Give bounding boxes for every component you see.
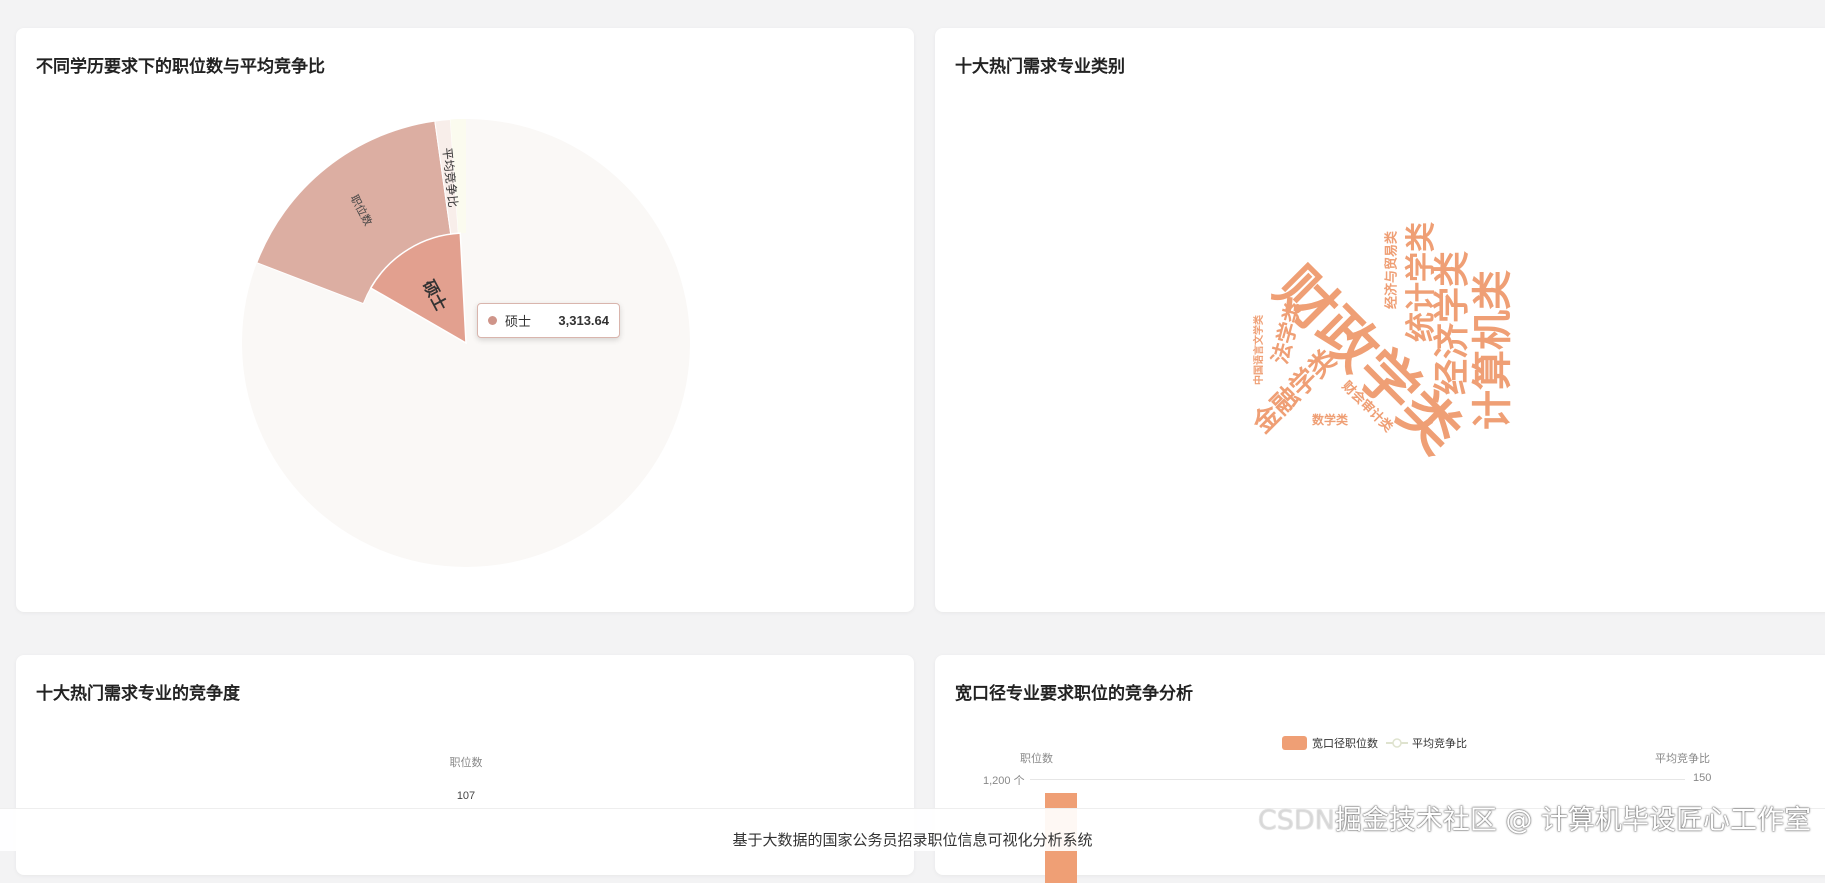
- word[interactable]: 中国语言文学类: [1254, 315, 1265, 385]
- legend-item-bar[interactable]: 宽口径职位数: [1312, 735, 1378, 751]
- value-label: 107: [456, 790, 476, 802]
- watermark-text: 掘金技术社区 @ 计算机毕设匠心工作室: [1334, 805, 1811, 836]
- legend-bar-swatch[interactable]: [1282, 736, 1307, 750]
- legend-line-swatch[interactable]: [1386, 737, 1408, 749]
- tooltip: 硕士 3,313.64: [477, 303, 620, 338]
- watermark: CSDN掘金技术社区 @ 计算机毕设匠心工作室: [1258, 798, 1811, 837]
- tooltip-marker: [488, 316, 497, 325]
- watermark-prefix: CSDN: [1257, 805, 1335, 836]
- tooltip-value: 3,313.64: [558, 313, 609, 328]
- word[interactable]: 统计学类: [1404, 222, 1439, 342]
- right-axis-tick: 150: [1693, 772, 1712, 784]
- right-axis-name: 平均竞争比: [1655, 753, 1710, 765]
- education-sunburst: 职位数 平均竞争比 硕士: [242, 119, 690, 567]
- word[interactable]: 经济与贸易类: [1385, 231, 1400, 309]
- card-title: 十大热门需求专业类别: [955, 57, 1125, 77]
- legend-item-line[interactable]: 平均竞争比: [1412, 735, 1467, 751]
- gridline: [1030, 779, 1685, 780]
- majors-wordcloud-card: 十大热门需求专业类别: [935, 28, 1825, 612]
- card-title: 宽口径专业要求职位的竞争分析: [955, 684, 1193, 704]
- left-axis-name: 职位数: [1020, 753, 1053, 765]
- word[interactable]: 经济学类: [1432, 251, 1473, 395]
- word[interactable]: 计算机类: [1470, 270, 1516, 430]
- card-title: 十大热门需求专业的竞争度: [36, 684, 240, 704]
- word[interactable]: 数学类: [1312, 414, 1348, 426]
- legend: 宽口径职位数 平均竞争比: [1282, 735, 1467, 751]
- tooltip-name: 硕士: [505, 314, 532, 329]
- axis-name: 职位数: [449, 757, 483, 769]
- left-axis-tick: 1,200 个: [983, 775, 1025, 787]
